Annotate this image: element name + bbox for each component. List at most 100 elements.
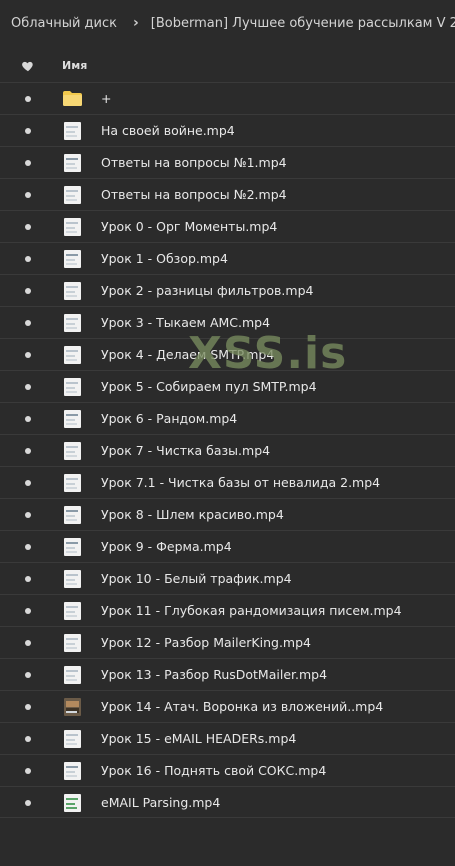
file-row[interactable]: Урок 0 - Орг Моменты.mp4 [0,210,455,242]
video-thumbnail-icon [64,474,81,492]
video-thumbnail-icon [64,506,81,524]
file-row[interactable]: Ответы на вопросы №2.mp4 [0,178,455,210]
file-name[interactable]: Урок 1 - Обзор.mp4 [101,251,228,266]
favorite-dot-icon[interactable] [25,608,31,614]
video-thumbnail-icon [64,602,81,620]
file-row[interactable]: Урок 5 - Собираем пул SMTP.mp4 [0,370,455,402]
file-list: + На своей войне.mp4 Ответы на вопросы №1.… [0,82,455,818]
video-thumbnail-icon [64,794,81,812]
file-row[interactable]: Урок 6 - Рандом.mp4 [0,402,455,434]
video-thumbnail-icon [64,314,81,332]
file-name[interactable]: Урок 16 - Поднять свой СОКС.mp4 [101,763,326,778]
file-row[interactable]: Урок 15 - eMAIL HEADERs.mp4 [0,722,455,754]
file-name[interactable]: Ответы на вопросы №2.mp4 [101,187,287,202]
video-thumbnail-icon [64,154,81,172]
favorite-dot-icon[interactable] [25,96,31,102]
folder-icon [63,91,82,106]
chevron-right-icon: › [133,15,139,31]
video-thumbnail-icon [64,730,81,748]
video-thumbnail-icon [64,666,81,684]
file-name[interactable]: Урок 9 - Ферма.mp4 [101,539,232,554]
file-name[interactable]: Ответы на вопросы №1.mp4 [101,155,287,170]
favorite-dot-icon[interactable] [25,736,31,742]
favorite-dot-icon[interactable] [25,480,31,486]
favorite-dot-icon[interactable] [25,384,31,390]
file-row[interactable]: Урок 13 - Разбор RusDotMailer.mp4 [0,658,455,690]
file-name[interactable]: Урок 13 - Разбор RusDotMailer.mp4 [101,667,327,682]
video-thumbnail-icon [64,698,81,716]
file-name[interactable]: На своей войне.mp4 [101,123,235,138]
file-row[interactable]: Урок 8 - Шлем красиво.mp4 [0,498,455,530]
video-thumbnail-icon [64,346,81,364]
favorite-dot-icon[interactable] [25,768,31,774]
favorite-dot-icon[interactable] [25,192,31,198]
file-name[interactable]: Урок 14 - Атач. Воронка из вложений..mp4 [101,699,383,714]
table-header: Имя [0,50,455,82]
file-row[interactable]: + [0,82,455,114]
file-name[interactable]: Урок 10 - Белый трафик.mp4 [101,571,292,586]
favorite-dot-icon[interactable] [25,576,31,582]
favorite-dot-icon[interactable] [25,704,31,710]
file-row[interactable]: Ответы на вопросы №1.mp4 [0,146,455,178]
heart-icon[interactable] [21,59,35,73]
favorite-dot-icon[interactable] [25,416,31,422]
file-row[interactable]: Урок 10 - Белый трафик.mp4 [0,562,455,594]
file-row[interactable]: Урок 12 - Разбор MailerKing.mp4 [0,626,455,658]
file-row[interactable]: Урок 1 - Обзор.mp4 [0,242,455,274]
file-row[interactable]: Урок 7 - Чистка базы.mp4 [0,434,455,466]
file-name[interactable]: Урок 15 - eMAIL HEADERs.mp4 [101,731,296,746]
video-thumbnail-icon [64,186,81,204]
file-name[interactable]: eMAIL Parsing.mp4 [101,795,220,810]
video-thumbnail-icon [64,218,81,236]
favorite-dot-icon[interactable] [25,160,31,166]
breadcrumb-root[interactable]: Облачный диск [11,16,117,31]
favorite-dot-icon[interactable] [25,256,31,262]
video-thumbnail-icon [64,538,81,556]
file-row[interactable]: Урок 11 - Глубокая рандомизация писем.mp… [0,594,455,626]
file-row[interactable]: Урок 16 - Поднять свой СОКС.mp4 [0,754,455,786]
favorite-dot-icon[interactable] [25,128,31,134]
video-thumbnail-icon [64,762,81,780]
file-row[interactable]: Урок 9 - Ферма.mp4 [0,530,455,562]
video-thumbnail-icon [64,250,81,268]
file-name[interactable]: Урок 2 - разницы фильтров.mp4 [101,283,313,298]
file-name[interactable]: Урок 7.1 - Чистка базы от невалида 2.mp4 [101,475,380,490]
file-name[interactable]: Урок 4 - Делаем SMTP.mp4 [101,347,274,362]
favorite-dot-icon[interactable] [25,800,31,806]
video-thumbnail-icon [64,442,81,460]
favorite-dot-icon[interactable] [25,288,31,294]
file-row[interactable]: Урок 3 - Тыкаем AMC.mp4 [0,306,455,338]
breadcrumb-current: [Boberman] Лучшее обучение рассылкам V 2… [150,15,455,31]
video-thumbnail-icon [64,570,81,588]
video-thumbnail-icon [64,378,81,396]
favorite-dot-icon[interactable] [25,672,31,678]
favorite-dot-icon[interactable] [25,224,31,230]
file-name[interactable]: Урок 5 - Собираем пул SMTP.mp4 [101,379,317,394]
favorite-dot-icon[interactable] [25,448,31,454]
video-thumbnail-icon [64,410,81,428]
favorite-dot-icon[interactable] [25,320,31,326]
favorite-dot-icon[interactable] [25,352,31,358]
file-name[interactable]: Урок 7 - Чистка базы.mp4 [101,443,270,458]
file-row[interactable]: Урок 4 - Делаем SMTP.mp4 [0,338,455,370]
file-row[interactable]: Урок 7.1 - Чистка базы от невалида 2.mp4 [0,466,455,498]
file-row[interactable]: Урок 2 - разницы фильтров.mp4 [0,274,455,306]
column-header-name[interactable]: Имя [62,59,87,72]
file-name[interactable]: Урок 0 - Орг Моменты.mp4 [101,219,277,234]
file-row[interactable]: Урок 14 - Атач. Воронка из вложений..mp4 [0,690,455,722]
file-name[interactable]: Урок 3 - Тыкаем AMC.mp4 [101,315,270,330]
favorite-dot-icon[interactable] [25,640,31,646]
video-thumbnail-icon [64,634,81,652]
favorite-dot-icon[interactable] [25,512,31,518]
favorite-dot-icon[interactable] [25,544,31,550]
file-row[interactable]: eMAIL Parsing.mp4 [0,786,455,818]
file-name[interactable]: Урок 12 - Разбор MailerKing.mp4 [101,635,311,650]
file-name[interactable]: Урок 6 - Рандом.mp4 [101,411,237,426]
breadcrumb: Облачный диск › [Boberman] Лучшее обучен… [0,0,455,46]
video-thumbnail-icon [64,282,81,300]
file-name[interactable]: + [101,91,111,106]
file-name[interactable]: Урок 8 - Шлем красиво.mp4 [101,507,284,522]
video-thumbnail-icon [64,122,81,140]
file-name[interactable]: Урок 11 - Глубокая рандомизация писем.mp… [101,603,402,618]
file-row[interactable]: На своей войне.mp4 [0,114,455,146]
